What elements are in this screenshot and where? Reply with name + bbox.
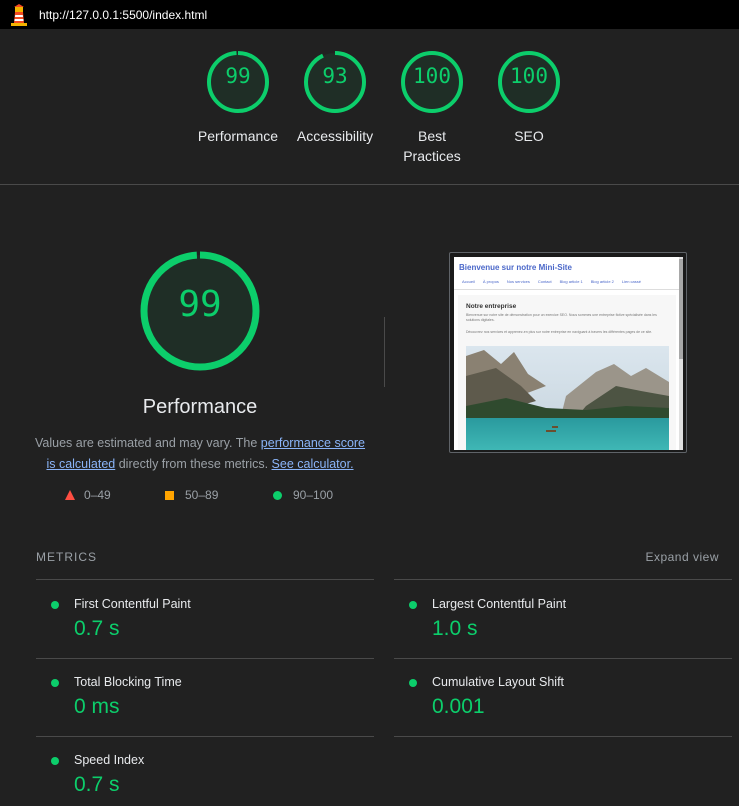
- metric-name: Largest Contentful Paint: [432, 597, 567, 611]
- final-screenshot[interactable]: Bienvenue sur notre Mini-Site Accueil À …: [449, 252, 687, 453]
- pass-circle-icon: [409, 601, 417, 609]
- metric-divider: [394, 579, 732, 580]
- metric-value: 0 ms: [74, 695, 120, 718]
- gauge-performance[interactable]: 99 Performance: [183, 50, 293, 146]
- metric-name: Total Blocking Time: [74, 675, 182, 689]
- metric-divider: [394, 736, 732, 737]
- metric-value: 0.7 s: [74, 617, 120, 640]
- thumb-nav-item: Accueil: [462, 279, 475, 284]
- gauge-score: 93: [322, 64, 348, 88]
- url-bar: http://127.0.0.1:5500/index.html: [0, 0, 739, 29]
- gauge-accessibility[interactable]: 93 Accessibility: [280, 50, 390, 146]
- gauge-label: Best Practices: [403, 128, 461, 164]
- metric-name: Cumulative Layout Shift: [432, 675, 565, 689]
- thumb-scrollbar: [679, 257, 683, 450]
- legend-label: 50–89: [185, 488, 219, 502]
- metric-speed-index: Speed Index 0.7 s: [51, 751, 371, 801]
- divider: [0, 184, 739, 185]
- gauge-label: Accessibility: [296, 128, 374, 144]
- legend-fail: 0–49: [65, 488, 111, 502]
- thumb-nav-item: Contact: [537, 279, 552, 284]
- vertical-divider: [384, 317, 385, 387]
- screenshot-page: Bienvenue sur notre Mini-Site Accueil À …: [454, 257, 683, 450]
- thumb-paragraph: Découvrez nos services et apprenez-en pl…: [466, 330, 653, 334]
- gauge-label: SEO: [514, 128, 544, 144]
- thumb-nav-item: Blog article 2: [590, 279, 614, 284]
- legend-label: 90–100: [293, 488, 334, 502]
- pass-circle-icon: [409, 679, 417, 687]
- metric-name: First Contentful Paint: [74, 597, 191, 611]
- score-legend: 0–49 50–89 90–100: [30, 488, 370, 508]
- gauge-label: Performance: [197, 128, 279, 144]
- legend-average: 50–89: [165, 488, 218, 502]
- category-gauges: 99 Performance 93 Accessibility 100 Best…: [0, 50, 739, 170]
- gauge-score: 100: [413, 64, 451, 88]
- gauge-seo[interactable]: 100 SEO: [474, 50, 584, 146]
- metric-value: 1.0 s: [432, 617, 478, 640]
- circle-icon: [273, 490, 282, 500]
- metric-divider: [36, 736, 374, 737]
- desc-text: Values are estimated and may vary. The: [34, 436, 261, 450]
- gauge-best-practices[interactable]: 100 Best Practices: [377, 50, 487, 166]
- legend-label: 0–49: [84, 488, 111, 502]
- calculator-link[interactable]: See calculator.: [272, 457, 354, 471]
- metrics-heading: METRICS: [36, 550, 97, 564]
- square-icon: [165, 490, 174, 500]
- gauge-score: 100: [510, 64, 548, 88]
- metric-value: 0.7 s: [74, 773, 120, 796]
- performance-gauge-large: 99: [139, 250, 261, 372]
- thumb-paragraph: Bienvenue sur notre site de démonstratio…: [466, 313, 657, 322]
- metric-value: 0.001: [432, 695, 485, 718]
- desc-text: directly from these metrics.: [115, 457, 272, 471]
- metric-fcp: First Contentful Paint 0.7 s: [51, 595, 371, 673]
- metric-name: Speed Index: [74, 753, 145, 767]
- thumb-divider: [454, 289, 679, 290]
- thumb-heading: Notre entreprise: [466, 303, 517, 310]
- metric-divider: [36, 579, 374, 580]
- metric-divider: [36, 658, 374, 659]
- thumb-site-title: Bienvenue sur notre Mini-Site: [459, 263, 572, 272]
- thumb-nav-item: À propos: [482, 279, 499, 284]
- page-url[interactable]: http://127.0.0.1:5500/index.html: [39, 8, 207, 22]
- thumb-nav-item: Lien cassé: [621, 279, 641, 284]
- pass-circle-icon: [51, 757, 59, 765]
- triangle-icon: [65, 490, 75, 500]
- thumb-nav-item: Nos services: [506, 279, 530, 284]
- performance-score: 99: [178, 284, 222, 325]
- metric-lcp: Largest Contentful Paint 1.0 s: [409, 595, 729, 673]
- metric-cls: Cumulative Layout Shift 0.001: [409, 673, 729, 751]
- gauge-score: 99: [225, 64, 251, 88]
- metric-divider: [394, 658, 732, 659]
- pass-circle-icon: [51, 679, 59, 687]
- metric-tbt: Total Blocking Time 0 ms: [51, 673, 371, 751]
- expand-view-toggle[interactable]: Expand view: [645, 550, 719, 564]
- performance-description: Values are estimated and may vary. The p…: [30, 433, 370, 475]
- performance-title: Performance: [142, 396, 258, 418]
- legend-pass: 90–100: [273, 488, 333, 502]
- pass-circle-icon: [51, 601, 59, 609]
- lighthouse-icon: [10, 3, 28, 26]
- thumb-nav: Accueil À propos Nos services Contact Bl…: [462, 279, 641, 284]
- thumb-lake-image: [466, 346, 669, 450]
- thumb-nav-item: Blog article 1: [559, 279, 583, 284]
